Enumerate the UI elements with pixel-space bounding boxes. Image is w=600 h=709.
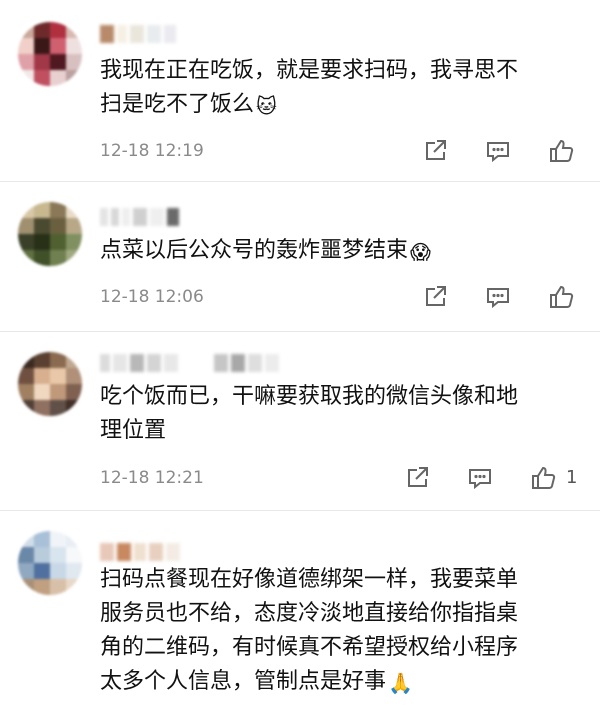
scream-emoji-icon: 😱 <box>410 240 431 264</box>
share-icon[interactable] <box>422 283 450 311</box>
username-redacted[interactable] <box>100 25 176 43</box>
comment-icon[interactable] <box>466 464 494 492</box>
comment-item: 吃个饭而已，干嘛要获取我的微信头像和地 理位置 12-18 12:21 1 <box>0 332 600 502</box>
comment-line-text: 扫是吃不了饭么 <box>100 92 255 117</box>
thumbs-up-icon[interactable] <box>530 464 558 492</box>
comment-line: 扫码点餐现在好像道德绑架一样，我要菜单 <box>100 567 519 592</box>
comment-line: 点菜以后公众号的轰炸噩梦结束 😱 <box>100 234 590 269</box>
thumbs-up-icon[interactable] <box>548 137 576 165</box>
comment-meta: 12-18 12:19 <box>100 137 580 167</box>
comment-line: 角的二维码，有时候真不希望授权给小程序 <box>100 635 519 660</box>
comment-text: 吃个饭而已，干嘛要获取我的微信头像和地 理位置 <box>100 380 590 448</box>
timestamp: 12-18 12:19 <box>100 141 204 161</box>
avatar[interactable] <box>18 22 82 86</box>
cat-emoji-icon: 🐱 <box>256 94 277 118</box>
share-icon[interactable] <box>422 137 450 165</box>
username-redacted[interactable] <box>100 354 279 372</box>
comment-line: 扫是吃不了饭么 🐱 <box>100 88 590 123</box>
comment-meta: 12-18 12:06 <box>100 283 580 313</box>
comment-icon[interactable] <box>484 283 512 311</box>
avatar[interactable] <box>18 352 82 416</box>
comment-text: 我现在正在吃饭，就是要求扫码，我寻思不 扫是吃不了饭么 🐱 <box>100 54 590 123</box>
comment-line-text: 点菜以后公众号的轰炸噩梦结束 <box>100 238 409 263</box>
comment-line: 理位置 <box>100 418 167 443</box>
comment-item: 扫码点餐现在好像道德绑架一样，我要菜单 服务员也不给，态度冷淡地直接给你指指桌 … <box>0 511 600 709</box>
pray-emoji-icon: 🙏 <box>388 671 413 695</box>
comment-line: 吃个饭而已，干嘛要获取我的微信头像和地 <box>100 384 519 409</box>
comment-icon[interactable] <box>484 137 512 165</box>
comment-text: 扫码点餐现在好像道德绑架一样，我要菜单 服务员也不给，态度冷淡地直接给你指指桌 … <box>100 563 590 700</box>
comment-meta: 12-18 12:21 1 <box>100 464 580 494</box>
username-redacted[interactable] <box>100 208 179 226</box>
thumbs-up-icon[interactable] <box>548 283 576 311</box>
avatar[interactable] <box>18 202 82 266</box>
username-redacted[interactable] <box>100 543 180 561</box>
like-count: 1 <box>566 467 578 488</box>
comment-line: 我现在正在吃饭，就是要求扫码，我寻思不 <box>100 58 519 83</box>
comment-line-text: 太多个人信息，管制点是好事 <box>100 669 387 694</box>
comment-item: 点菜以后公众号的轰炸噩梦结束 😱 12-18 12:06 <box>0 182 600 330</box>
comment-text: 点菜以后公众号的轰炸噩梦结束 😱 <box>100 234 590 269</box>
timestamp: 12-18 12:21 <box>100 468 204 488</box>
comment-line: 服务员也不给，态度冷淡地直接给你指指桌 <box>100 601 519 626</box>
timestamp: 12-18 12:06 <box>100 287 204 307</box>
comment-item: 我现在正在吃饭，就是要求扫码，我寻思不 扫是吃不了饭么 🐱 12-18 12:19 <box>0 0 600 180</box>
comment-line: 太多个人信息，管制点是好事 🙏 <box>100 665 590 700</box>
share-icon[interactable] <box>404 464 432 492</box>
avatar[interactable] <box>18 531 82 595</box>
